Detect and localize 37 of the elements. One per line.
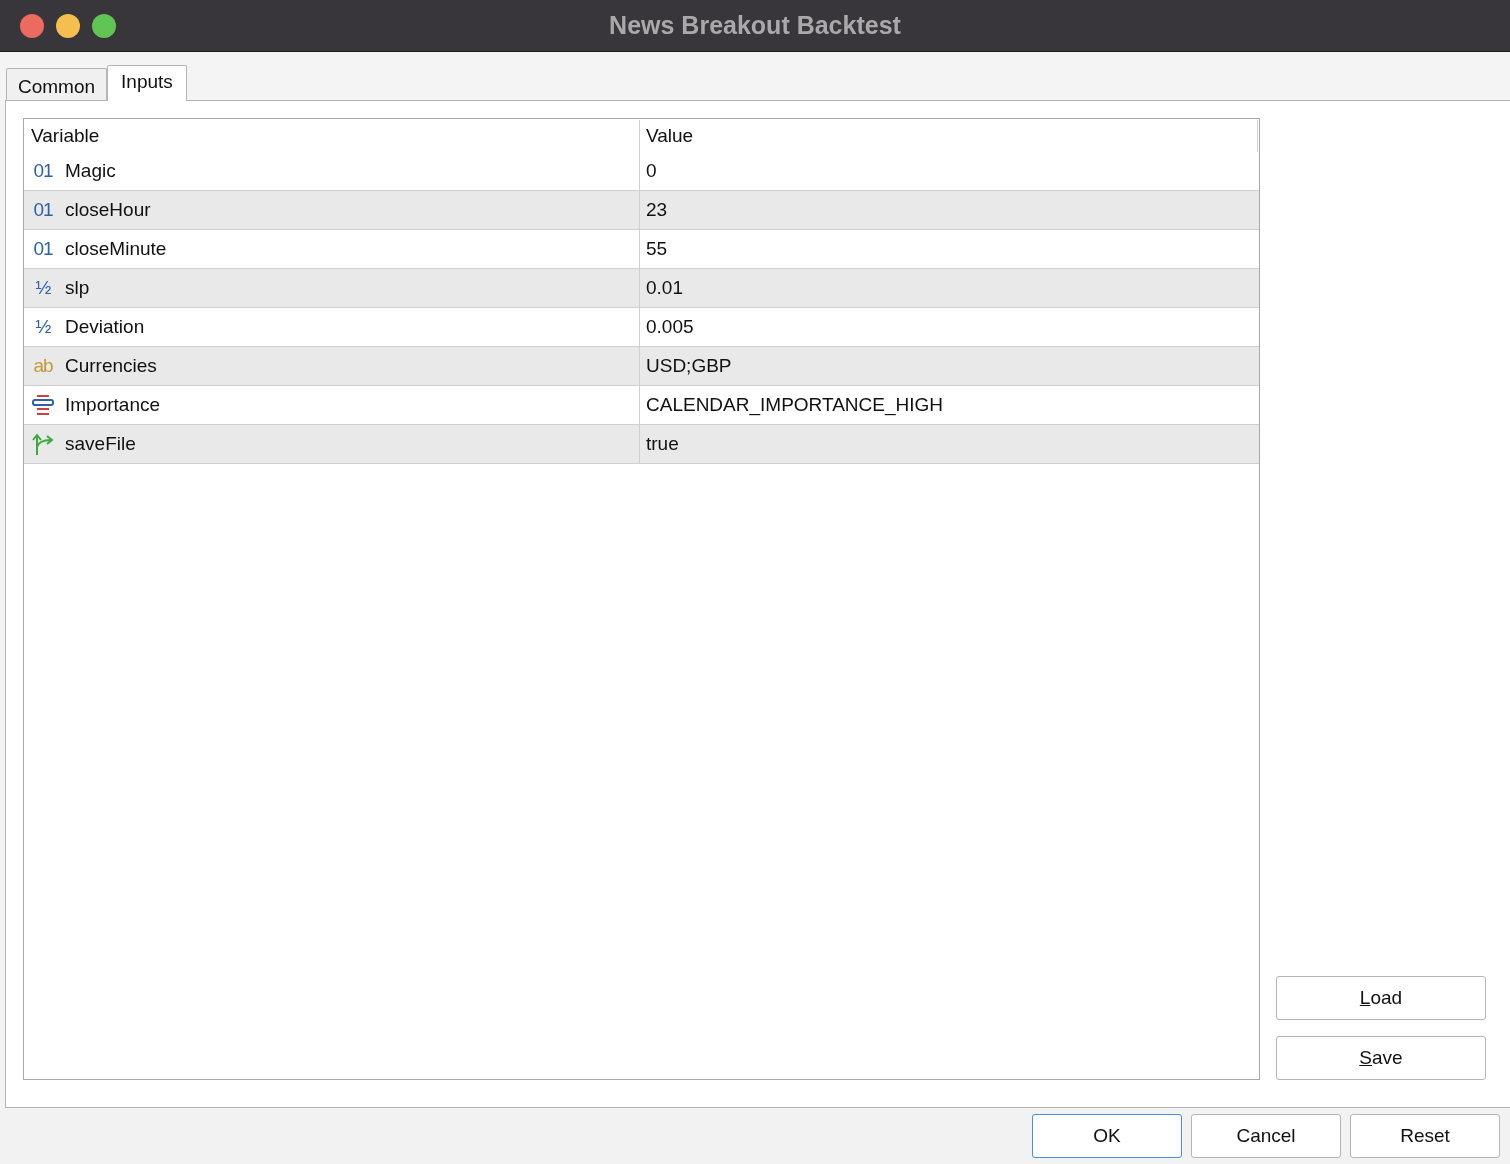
dialog-button[interactable]: OK <box>1032 1114 1182 1158</box>
variable-value[interactable]: 0.01 <box>646 276 683 298</box>
file-button[interactable]: Save <box>1276 1036 1486 1080</box>
variable-name: saveFile <box>65 431 136 456</box>
tab[interactable]: Inputs <box>107 65 187 101</box>
variable-value[interactable]: USD;GBP <box>646 354 732 376</box>
variable-name: Importance <box>65 392 161 417</box>
tab[interactable]: Common <box>6 68 108 100</box>
variable-value[interactable]: 23 <box>646 198 668 220</box>
list-icon <box>31 393 55 417</box>
close-button[interactable] <box>20 13 44 38</box>
variable-value[interactable]: 55 <box>646 237 668 259</box>
variable-name: slp <box>65 275 90 300</box>
variable-name: closeMinute <box>65 236 167 261</box>
type-icon: ½ <box>31 273 55 303</box>
minimize-button[interactable] <box>56 13 80 38</box>
type-icon: 01 <box>31 234 55 264</box>
variable-value[interactable]: 0 <box>646 159 657 181</box>
type-icon: ½ <box>31 312 55 342</box>
dialog-button[interactable]: Cancel <box>1191 1114 1341 1158</box>
branch-arrow-icon <box>31 432 55 456</box>
column-header[interactable]: Variable <box>31 121 100 151</box>
zoom-button[interactable] <box>92 13 116 38</box>
variable-name: closeHour <box>65 197 151 222</box>
column-header[interactable]: Value <box>646 121 694 151</box>
type-icon: 01 <box>31 156 55 186</box>
variable-name: Magic <box>65 158 116 183</box>
type-icon: 01 <box>31 195 55 225</box>
window-title: News Breakout Backtest <box>609 10 901 39</box>
type-icon: ab <box>31 351 55 381</box>
file-button[interactable]: Load <box>1276 976 1486 1020</box>
variable-value[interactable]: true <box>646 432 679 454</box>
variable-value[interactable]: CALENDAR_IMPORTANCE_HIGH <box>646 393 944 415</box>
variable-value[interactable]: 0.005 <box>646 315 694 337</box>
variable-name: Deviation <box>65 314 145 339</box>
dialog-button[interactable]: Reset <box>1350 1114 1500 1158</box>
variable-name: Currencies <box>65 353 157 378</box>
